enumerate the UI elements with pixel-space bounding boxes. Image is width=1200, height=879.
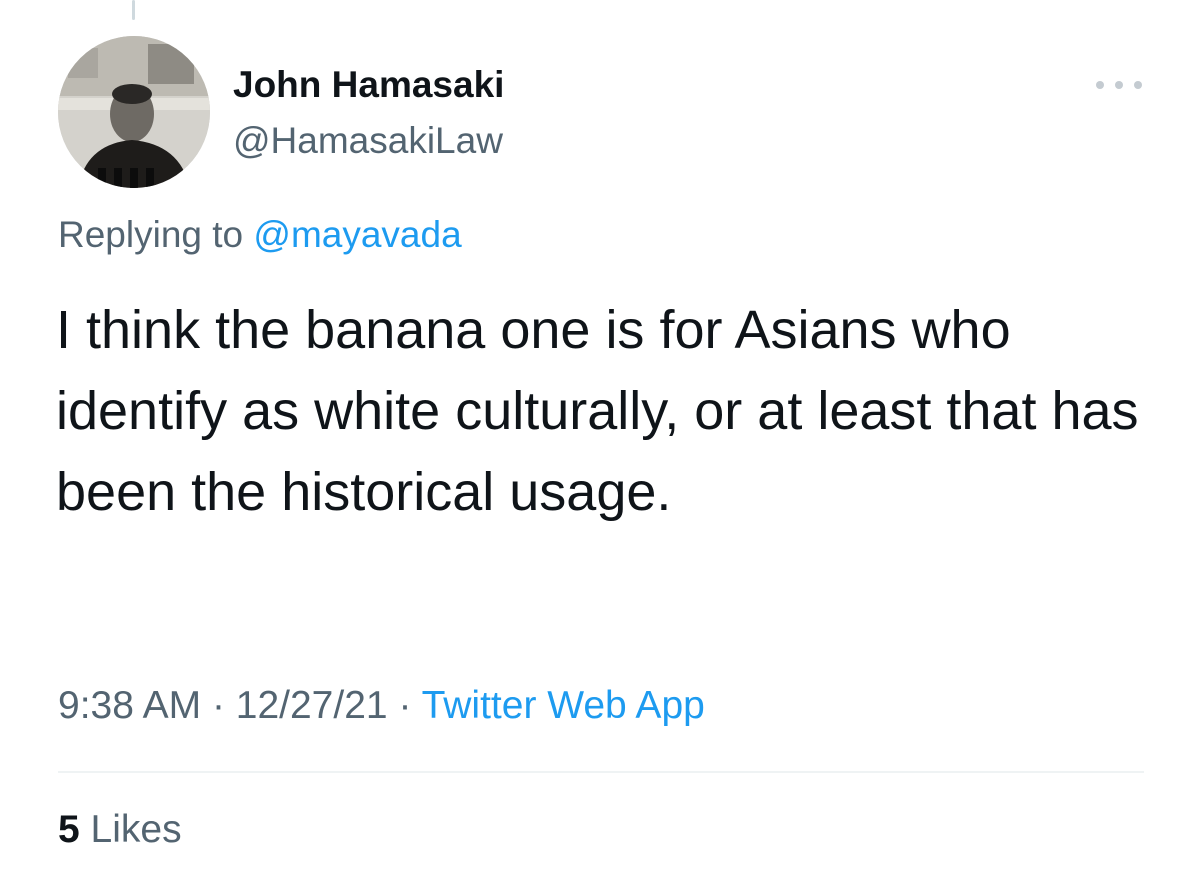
tweet-text: I think the banana one is for Asians who… [56,300,1139,522]
avatar-photo [58,36,210,188]
likes-count: 5 [58,808,80,851]
author-display-name[interactable]: John Hamasaki [233,64,504,106]
ellipsis-dot [1115,81,1123,89]
tweet-time[interactable]: 9:38 AM [58,684,201,727]
ellipsis-dot [1134,81,1142,89]
author-handle[interactable]: @HamasakiLaw [233,120,503,162]
tweet-source[interactable]: Twitter Web App [422,684,705,727]
ellipsis-icon[interactable] [1096,70,1142,100]
tweet-meta: 9:38 AM · 12/27/21 · Twitter Web App [58,684,705,728]
likes-label: Likes [90,808,182,851]
reply-context-prefix: Replying to [58,214,244,255]
divider [58,771,1144,773]
ellipsis-dot [1096,81,1104,89]
meta-separator: · [211,684,225,727]
tweet-date[interactable]: 12/27/21 [236,684,388,727]
likes-stat[interactable]: 5 Likes [58,808,182,852]
reply-context: Replying to @mayavada [58,214,462,256]
meta-separator: · [398,684,412,727]
thread-connector-line [132,0,135,20]
avatar[interactable] [58,36,210,188]
reply-context-mention[interactable]: @mayavada [253,214,461,255]
